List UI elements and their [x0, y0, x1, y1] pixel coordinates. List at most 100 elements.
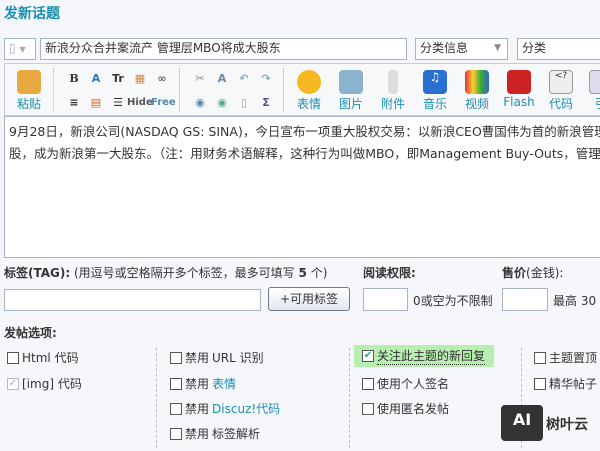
checkbox[interactable]: [170, 427, 182, 440]
option-label: 关注此主题的新回复: [377, 349, 486, 365]
label: 代码: [548, 97, 573, 111]
read-permission-input[interactable]: [363, 288, 408, 311]
price-label-suffix: (金钱):: [526, 266, 564, 280]
undo-icon[interactable]: ↶: [237, 72, 251, 86]
option-label: URL 识别: [212, 351, 264, 365]
option-digest[interactable]: 精华帖子: [534, 375, 597, 392]
sigma-icon[interactable]: Σ: [259, 96, 273, 110]
color-grid-icon[interactable]: ▦: [133, 72, 147, 86]
read-permission-label: 阅读权限:: [363, 266, 416, 280]
option-prefix: 禁用: [185, 427, 210, 441]
category-value: 分类信息: [420, 41, 469, 55]
flash-icon: [507, 70, 531, 94]
checkbox[interactable]: [170, 351, 182, 364]
post-options-label: 发帖选项:: [4, 326, 57, 340]
available-tags-button[interactable]: +可用标签: [268, 287, 350, 311]
option-disable-discuz-code[interactable]: 禁用 Discuz!代码: [170, 400, 280, 417]
tags-count: 5: [298, 266, 307, 280]
editor-line: 股，成为新浪第一大股东。（注：用财务术语解释，这种行为叫做MBO，即Manage…: [9, 146, 600, 161]
post-icon-select[interactable]: ▯ ▼: [4, 38, 36, 60]
chevron-down-icon: ▼: [19, 45, 26, 54]
checkbox[interactable]: [534, 351, 546, 364]
type-select[interactable]: 分类: [517, 38, 600, 60]
checkbox[interactable]: [7, 351, 19, 364]
font-size-icon[interactable]: Tr: [111, 72, 125, 86]
option-use-signature[interactable]: 使用个人签名: [362, 375, 449, 392]
play-icon[interactable]: ◉: [215, 96, 229, 110]
message-editor[interactable]: 9月28日，新浪公司(NASDAQ GS: SINA)，今日宣布一项重大股权交易…: [4, 116, 600, 258]
list-icon[interactable]: ▤: [89, 96, 103, 110]
subject-input[interactable]: 新浪分众合并案流产 管理层MBO将成大股东: [40, 38, 407, 60]
option-img-code: ✓ [img] 代码: [7, 375, 82, 392]
option-follow-replies[interactable]: ✔ 关注此主题的新回复: [354, 345, 494, 367]
chevron-down-icon: ▼: [494, 43, 501, 53]
unlink-icon[interactable]: ✂: [193, 72, 207, 86]
tags-unit: 个): [310, 266, 328, 280]
tags-hint: (用逗号或空格隔开多个标签，最多可填写: [74, 266, 295, 280]
clipboard-icon: [17, 70, 41, 94]
redo-icon[interactable]: ↷: [259, 72, 273, 86]
option-label: 精华帖子: [549, 377, 598, 391]
clear-format-icon[interactable]: A: [215, 72, 229, 86]
checkbox[interactable]: [362, 377, 374, 390]
attachment-button[interactable]: 附件: [375, 70, 411, 112]
category-select[interactable]: 分类信息 ▼: [415, 38, 508, 60]
editor-toolbar: 粘贴 B A Tr ▦ ∞ ≡ ▤ ☰ Hide Free ✂ A ↶ ↷ ◉ …: [4, 63, 600, 116]
label: 引: [595, 97, 600, 111]
tags-label: 标签(TAG):: [4, 266, 71, 280]
hide-button[interactable]: Hide: [127, 97, 153, 108]
code-button[interactable]: <? 代码: [543, 70, 579, 112]
align-icon[interactable]: ≡: [67, 96, 81, 110]
option-disable-smilies[interactable]: 禁用 表情: [170, 375, 236, 392]
quote-icon: [589, 70, 600, 94]
option-disable-url[interactable]: 禁用 URL 识别: [170, 349, 264, 366]
paste-label: 粘贴: [16, 97, 41, 111]
option-anonymous[interactable]: 使用匿名发帖: [362, 400, 449, 417]
media-icon[interactable]: ◉: [193, 96, 207, 110]
image-button[interactable]: 图片: [333, 70, 369, 112]
checkbox[interactable]: [170, 402, 182, 415]
paste-button[interactable]: 粘贴: [11, 70, 47, 112]
video-button[interactable]: 视频: [459, 70, 495, 112]
quote-button[interactable]: 引: [583, 70, 600, 112]
smiley-icon: [297, 70, 321, 94]
option-prefix: 禁用: [185, 402, 210, 416]
editor-line: 9月28日，新浪公司(NASDAQ GS: SINA)，今日宣布一项重大股权交易…: [9, 124, 600, 139]
label: 附件: [380, 97, 405, 111]
emoticon-button[interactable]: 表情: [291, 70, 327, 112]
checkbox[interactable]: [170, 377, 182, 390]
paperclip-icon: [388, 70, 398, 94]
ordered-list-icon[interactable]: ☰: [111, 96, 125, 110]
option-label: 标签解析: [212, 427, 261, 441]
option-html-code[interactable]: Html 代码: [7, 349, 79, 366]
page-icon[interactable]: ▯: [237, 96, 251, 110]
option-link[interactable]: 表情: [212, 375, 236, 392]
watermark-logo: AI: [501, 405, 543, 441]
option-link[interactable]: Discuz!代码: [212, 400, 280, 417]
link-icon[interactable]: ∞: [155, 72, 169, 86]
price-hint: 最高 30: [553, 294, 597, 308]
label: 音乐: [422, 97, 447, 111]
checkbox[interactable]: [534, 377, 546, 390]
option-sticky[interactable]: 主题置顶: [534, 349, 597, 366]
price-input[interactable]: [502, 288, 548, 311]
font-color-icon[interactable]: A: [89, 72, 103, 86]
label: 表情: [296, 97, 321, 111]
document-icon: ▯: [9, 41, 16, 55]
page-title: 发新话题: [4, 6, 60, 22]
checkbox-checked[interactable]: ✔: [362, 350, 374, 362]
free-button[interactable]: Free: [151, 97, 176, 108]
checkbox[interactable]: [362, 402, 374, 415]
price-label-row: 售价(金钱):: [502, 264, 563, 281]
label: 视频: [464, 97, 489, 111]
music-button[interactable]: ♫ 音乐: [417, 70, 453, 112]
option-label: Html 代码: [22, 351, 79, 365]
option-label: 主题置顶: [549, 351, 598, 365]
flash-button[interactable]: Flash: [501, 70, 537, 109]
bold-button[interactable]: B: [67, 72, 81, 86]
option-disable-tag-parse[interactable]: 禁用 标签解析: [170, 425, 260, 442]
image-icon: [339, 70, 363, 94]
tags-input[interactable]: [4, 289, 261, 311]
option-prefix: 禁用: [185, 351, 210, 365]
tags-label-row: 标签(TAG): (用逗号或空格隔开多个标签，最多可填写 5 个): [4, 264, 327, 281]
